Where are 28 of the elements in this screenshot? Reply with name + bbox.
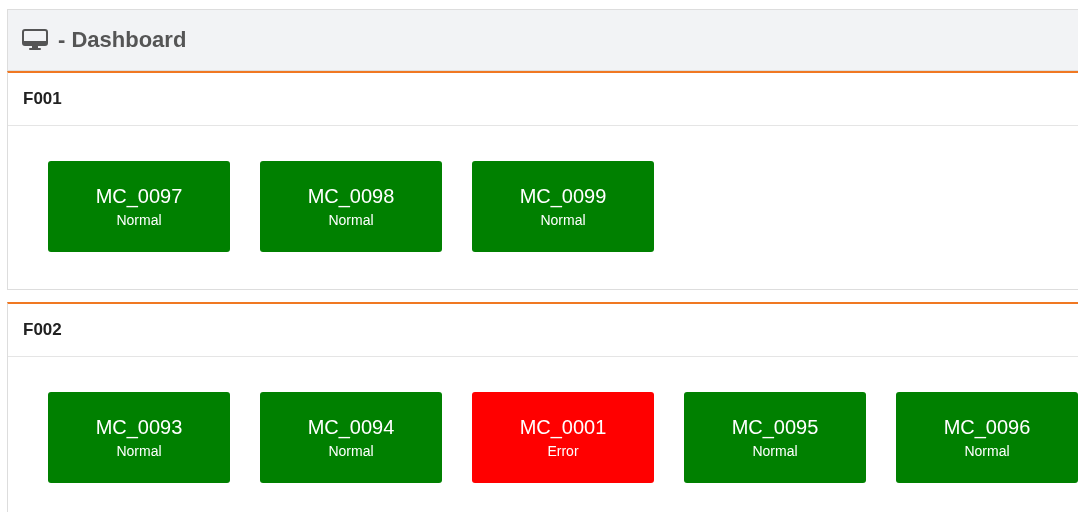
machine-name: MC_0098 <box>307 185 395 208</box>
machine-name: MC_0094 <box>307 416 395 439</box>
machine-tile[interactable]: MC_0094 Normal <box>260 392 442 483</box>
machine-tile[interactable]: MC_0099 Normal <box>472 161 654 252</box>
monitor-icon <box>22 29 48 51</box>
machine-tile[interactable]: MC_0001 Error <box>472 392 654 483</box>
page-title: - Dashboard <box>58 27 187 53</box>
machine-status: Normal <box>964 443 1010 459</box>
machine-status: Normal <box>116 212 162 228</box>
machine-status: Normal <box>328 212 374 228</box>
machine-tile[interactable]: MC_0096 Normal <box>896 392 1078 483</box>
machine-tile[interactable]: MC_0098 Normal <box>260 161 442 252</box>
machine-tile[interactable]: MC_0097 Normal <box>48 161 230 252</box>
section-title: F002 <box>8 304 1078 357</box>
machine-name: MC_0093 <box>95 416 183 439</box>
machine-status: Normal <box>752 443 798 459</box>
machine-name: MC_0099 <box>519 185 607 208</box>
machine-status: Error <box>547 443 579 459</box>
machine-name: MC_0096 <box>943 416 1031 439</box>
section-title: F001 <box>8 73 1078 126</box>
machine-status: Normal <box>328 443 374 459</box>
machine-name: MC_0097 <box>95 185 183 208</box>
machine-tile[interactable]: MC_0093 Normal <box>48 392 230 483</box>
machine-name: MC_0001 <box>519 416 607 439</box>
machine-status: Normal <box>540 212 586 228</box>
machine-name: MC_0095 <box>731 416 819 439</box>
machine-tile[interactable]: MC_0095 Normal <box>684 392 866 483</box>
machine-status: Normal <box>116 443 162 459</box>
